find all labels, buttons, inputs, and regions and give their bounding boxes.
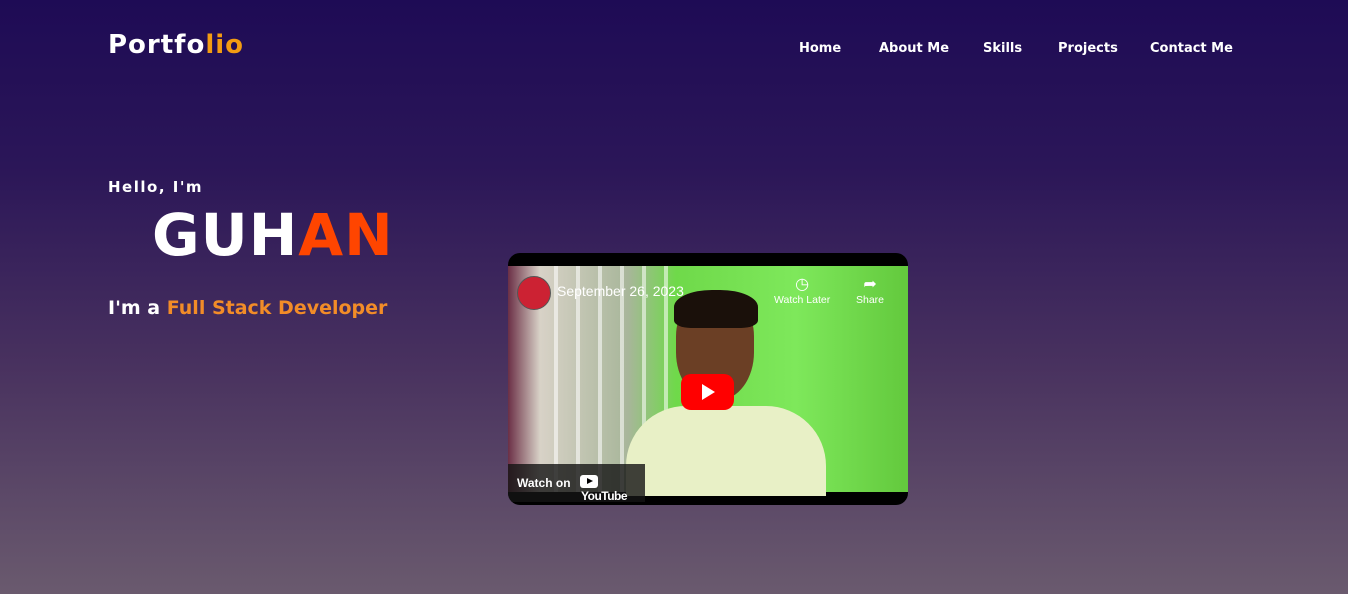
watch-later-button[interactable]: ◷ Watch Later <box>774 276 830 306</box>
main-nav: Home About Me Skills Projects Contact Me <box>0 41 1348 61</box>
hero-role: I'm a Full Stack Developer <box>108 297 387 319</box>
hair <box>674 290 758 328</box>
video-thumbnail[interactable]: September 26, 2023 ◷ Watch Later ➦ Share <box>508 266 908 496</box>
youtube-play-icon <box>580 475 598 489</box>
channel-avatar[interactable] <box>517 276 551 310</box>
hero-name: GUHAN <box>152 200 394 270</box>
video-title[interactable]: September 26, 2023 <box>557 283 684 299</box>
youtube-embed[interactable]: September 26, 2023 ◷ Watch Later ➦ Share… <box>508 253 908 505</box>
share-label: Share <box>856 294 885 306</box>
name-accent: AN <box>298 201 394 269</box>
play-button[interactable] <box>681 374 734 410</box>
nav-about-me[interactable]: About Me <box>879 41 949 56</box>
share-button[interactable]: ➦ Share <box>856 276 884 306</box>
role-highlight: Full Stack Developer <box>166 297 388 319</box>
nav-contact-me[interactable]: Contact Me <box>1150 41 1233 56</box>
nav-home[interactable]: Home <box>799 41 841 56</box>
watch-later-label: Watch Later <box>774 294 831 306</box>
youtube-logo: YouTube <box>580 474 645 503</box>
role-prefix: I'm a <box>108 297 161 319</box>
nav-projects[interactable]: Projects <box>1058 41 1118 56</box>
name-main: GUH <box>152 201 299 269</box>
watch-on-youtube-button[interactable]: Watch on YouTube <box>508 464 645 503</box>
share-icon: ➦ <box>863 276 877 293</box>
shirt <box>626 406 826 496</box>
youtube-brand: YouTube <box>581 489 628 504</box>
clock-icon: ◷ <box>795 276 810 293</box>
watch-on-label: Watch on <box>517 476 571 490</box>
hero-greeting: Hello, I'm <box>108 178 204 196</box>
nav-skills[interactable]: Skills <box>983 41 1022 56</box>
